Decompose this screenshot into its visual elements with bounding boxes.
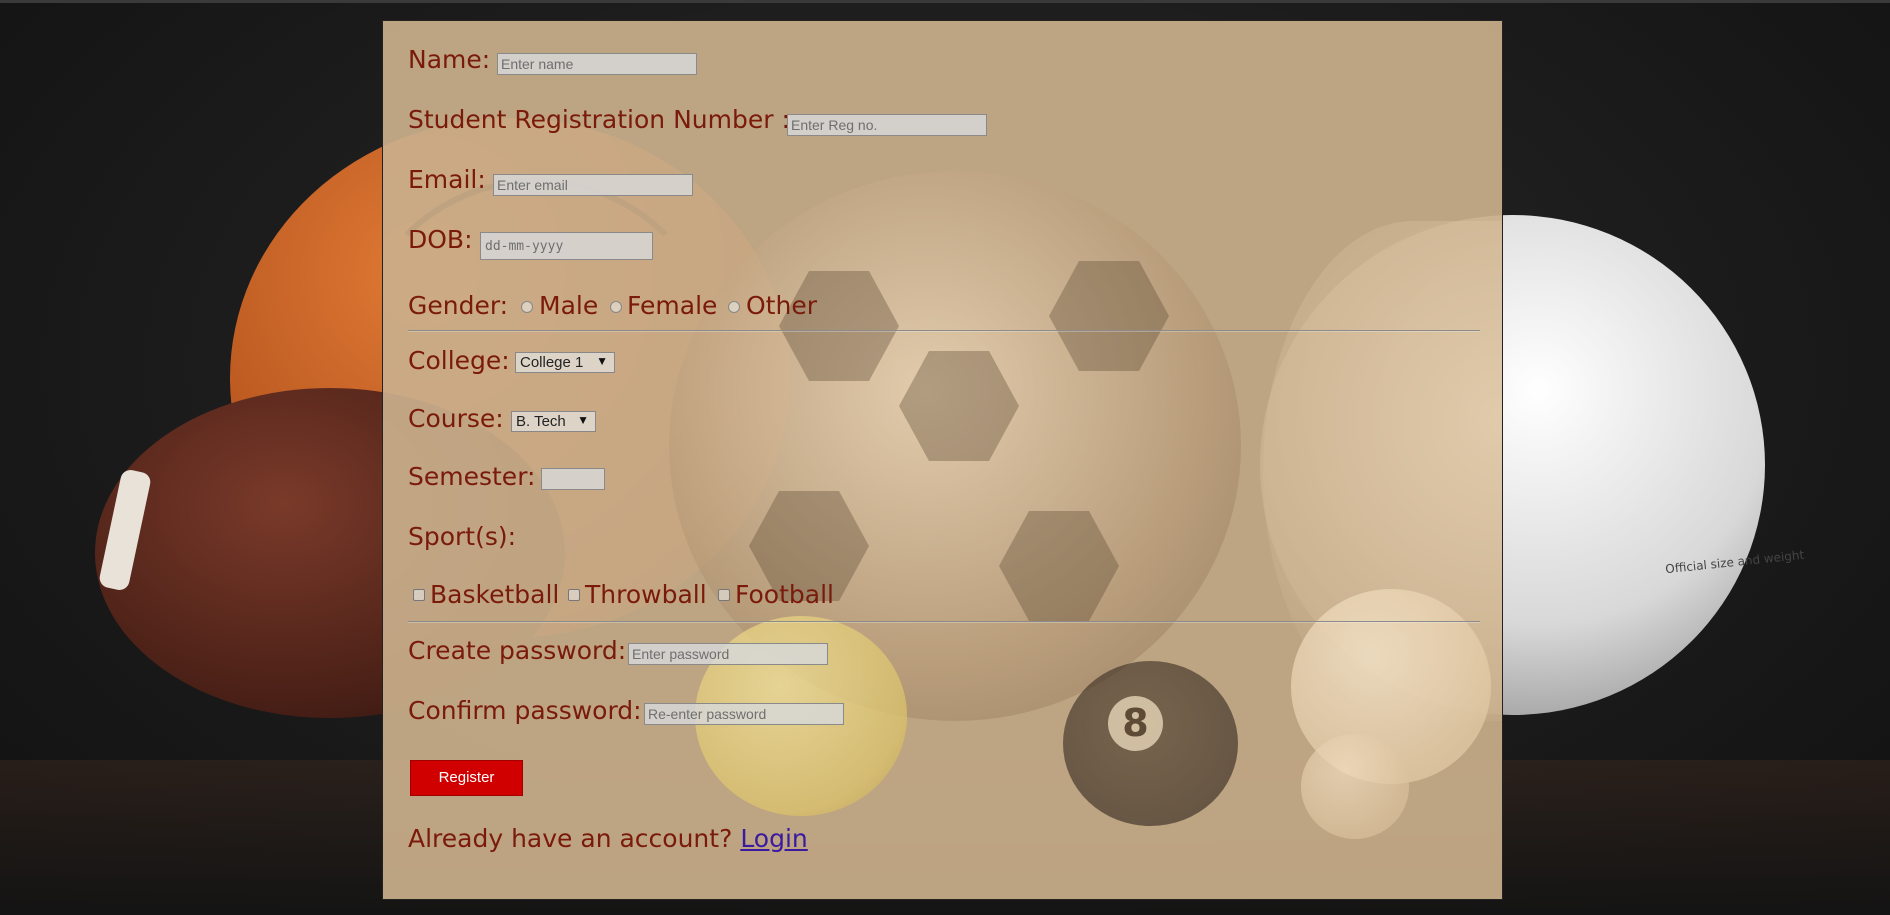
top-border — [0, 0, 1890, 3]
sport-throwball-label: Throwball — [585, 580, 707, 609]
sport-football-label: Football — [735, 580, 834, 609]
college-selected: College 1 — [520, 354, 584, 371]
confirm-password-label: Confirm password: — [408, 696, 642, 725]
sports-label: Sport(s): — [408, 522, 517, 551]
name-input[interactable] — [497, 53, 697, 75]
sport-basketball-checkbox[interactable] — [413, 589, 425, 601]
gender-female-radio[interactable] — [610, 301, 622, 313]
course-selected: B. Tech — [516, 413, 566, 430]
gender-other-label: Other — [746, 291, 817, 320]
divider — [408, 621, 1480, 622]
semester-input[interactable] — [541, 468, 605, 490]
course-label: Course: — [408, 404, 504, 433]
dropdown-arrow-icon: ▼ — [596, 354, 608, 368]
soccer-patch — [1049, 261, 1169, 371]
create-password-label: Create password: — [408, 636, 627, 665]
soccer-patch — [779, 271, 899, 381]
gender-label: Gender: — [408, 291, 509, 320]
soccer-ball-image — [669, 171, 1241, 721]
dob-input[interactable] — [480, 232, 653, 260]
panel-background-art: 8 — [383, 21, 1502, 899]
gender-male-label: Male — [539, 291, 599, 320]
registration-panel: 8 Name: Student Registration Number : Em… — [382, 20, 1503, 900]
golf-ball-image — [1301, 734, 1409, 839]
login-prompt: Already have an account? Login — [408, 824, 808, 853]
college-label: College: — [408, 346, 510, 375]
course-select[interactable]: B. Tech ▼ — [511, 411, 596, 432]
sport-football-checkbox[interactable] — [718, 589, 730, 601]
soccer-patch — [899, 351, 1019, 461]
reg-number-label: Student Registration Number : — [408, 105, 790, 134]
gender-other-radio[interactable] — [728, 301, 740, 313]
email-label: Email: — [408, 165, 486, 194]
gender-male-radio[interactable] — [521, 301, 533, 313]
eight-ball-image — [1063, 661, 1238, 826]
reg-number-input[interactable] — [787, 114, 987, 136]
account-prompt-text: Already have an account? — [408, 824, 733, 853]
baseball-image — [1291, 589, 1491, 784]
gender-female-label: Female — [627, 291, 718, 320]
register-button[interactable]: Register — [410, 760, 523, 796]
divider — [408, 330, 1480, 331]
sport-basketball-label: Basketball — [430, 580, 560, 609]
soccer-patch — [999, 511, 1119, 621]
college-select[interactable]: College 1 ▼ — [515, 352, 615, 373]
login-link[interactable]: Login — [740, 824, 807, 853]
create-password-input[interactable] — [628, 643, 828, 665]
eight-ball-number: 8 — [1108, 696, 1163, 751]
dob-label: DOB: — [408, 225, 473, 254]
semester-label: Semester: — [408, 462, 536, 491]
volleyball-faded — [1263, 221, 1502, 721]
name-label: Name: — [408, 45, 491, 74]
dropdown-arrow-icon: ▼ — [577, 413, 589, 427]
email-input[interactable] — [493, 174, 693, 196]
sport-throwball-checkbox[interactable] — [568, 589, 580, 601]
confirm-password-input[interactable] — [644, 703, 844, 725]
